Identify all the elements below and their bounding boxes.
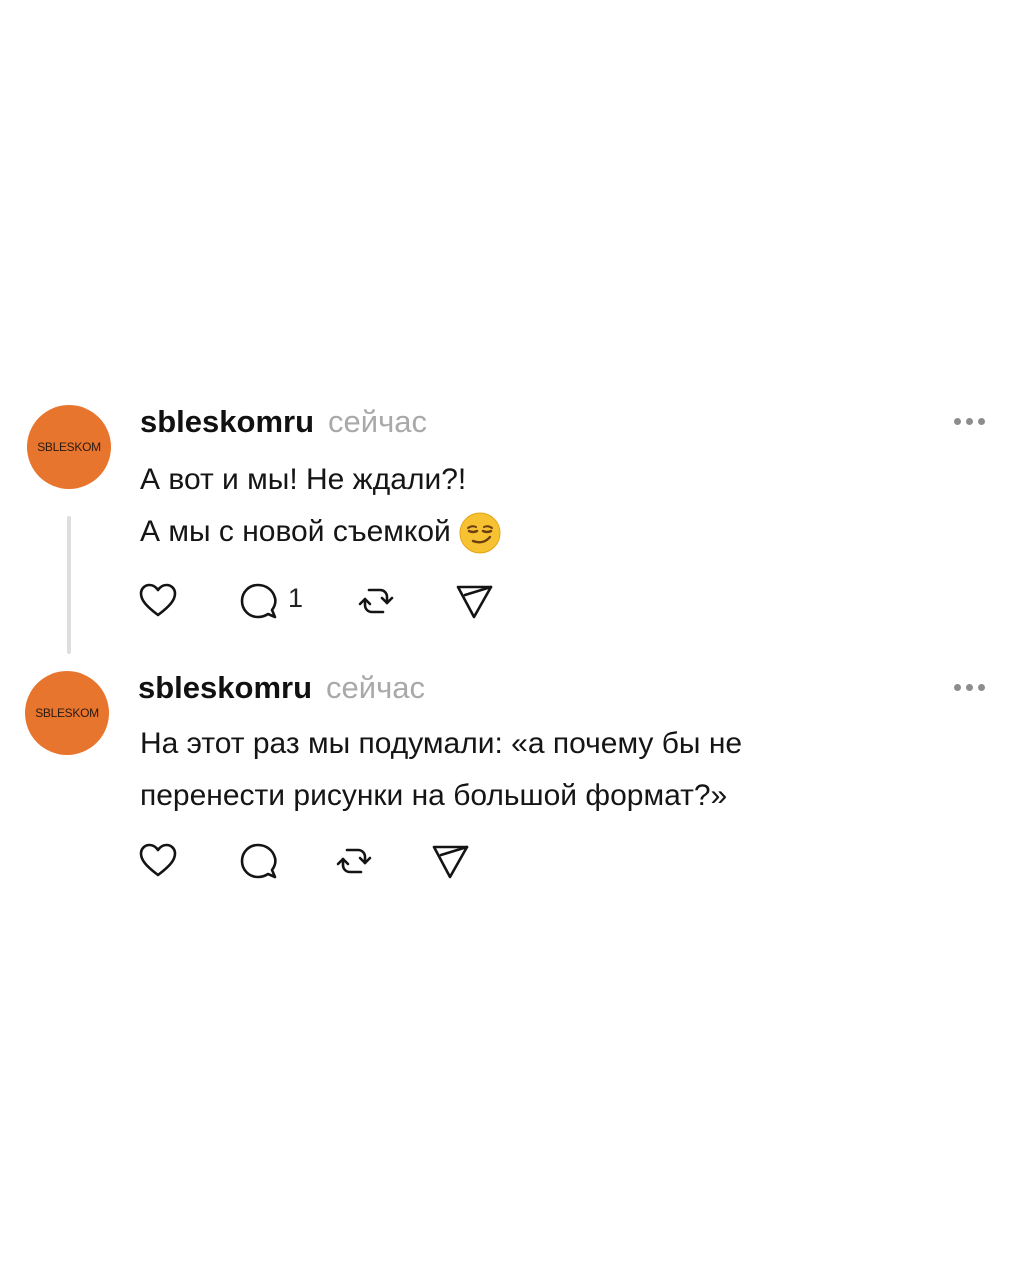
thread-line — [67, 516, 71, 654]
avatar-logo-text: SBLESKOM — [37, 440, 101, 454]
avatar[interactable]: SBLESKOM — [27, 405, 111, 489]
comment-icon — [240, 583, 277, 619]
more-icon — [978, 418, 985, 425]
like-button[interactable] — [136, 838, 182, 884]
more-icon — [954, 684, 961, 691]
post-text-line: перенести рисунки на большой формат?» — [140, 779, 728, 812]
repost-button[interactable] — [332, 838, 378, 884]
post-text: На этот раз мы подумали: «а почему бы не… — [140, 718, 742, 822]
post-text: А вот и мы! Не ждали?! А мы с новой съем… — [140, 454, 501, 558]
timestamp: сейчас — [326, 670, 425, 705]
post-header: sbleskomru сейчас — [138, 670, 425, 706]
username[interactable]: sbleskomru — [140, 404, 314, 440]
avatar-logo-text: SBLESKOM — [35, 706, 99, 720]
comment-icon — [240, 843, 277, 879]
repost-icon — [358, 588, 394, 614]
username[interactable]: sbleskomru — [138, 670, 312, 706]
share-icon — [456, 585, 493, 619]
repost-icon — [336, 848, 372, 874]
more-options-button[interactable] — [954, 418, 985, 425]
smirking-face-emoji-icon — [459, 512, 501, 554]
post-text-line: На этот раз мы подумали: «а почему бы не — [140, 727, 743, 760]
heart-icon — [139, 843, 177, 877]
like-button[interactable] — [136, 578, 182, 624]
share-button[interactable] — [452, 578, 498, 624]
more-icon — [954, 418, 961, 425]
post-text-line: А мы с новой съемкой — [140, 506, 501, 558]
heart-icon — [139, 583, 177, 617]
more-icon — [966, 684, 973, 691]
share-button[interactable] — [428, 838, 474, 884]
share-icon — [432, 845, 469, 879]
reply-count: 1 — [288, 583, 304, 613]
avatar[interactable]: SBLESKOM — [25, 671, 109, 755]
repost-button[interactable] — [354, 578, 400, 624]
post-text-line: А вот и мы! Не ждали?! — [140, 463, 467, 496]
more-options-button[interactable] — [954, 684, 985, 691]
comment-button[interactable]: 1 — [236, 578, 303, 624]
timestamp: сейчас — [328, 404, 427, 439]
post-header: sbleskomru сейчас — [140, 404, 427, 440]
more-icon — [966, 418, 973, 425]
comment-button[interactable] — [236, 838, 282, 884]
more-icon — [978, 684, 985, 691]
